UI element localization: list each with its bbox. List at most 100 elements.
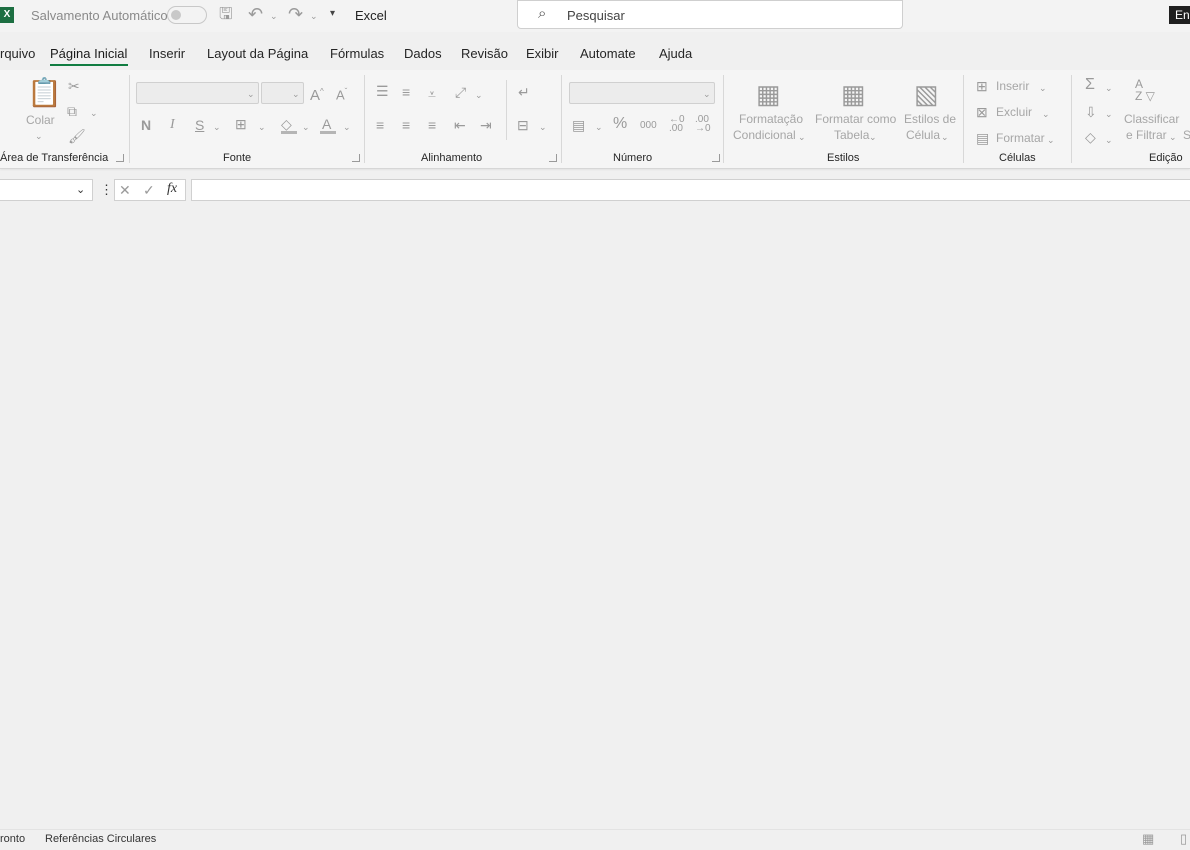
more-options-icon[interactable]: ⋮ — [100, 182, 113, 198]
clear-icon[interactable]: ◇ — [1085, 129, 1096, 145]
sort-filter-label-2[interactable]: e Filtrar — [1126, 128, 1167, 142]
insert-function-button[interactable]: fx — [167, 181, 177, 197]
undo-icon[interactable]: ↶ — [248, 5, 263, 23]
decrease-decimal-icon[interactable]: .00 →0 — [695, 115, 711, 134]
page-layout-view-icon[interactable]: ▯ — [1180, 831, 1187, 847]
fill-color-icon[interactable]: ◇ — [281, 116, 292, 132]
cell-styles-label-2[interactable]: Célula — [906, 128, 940, 142]
accounting-format-icon[interactable]: ▤ — [572, 117, 585, 133]
tab-home[interactable]: Página Inicial — [50, 46, 127, 61]
name-box-dropdown-icon[interactable]: ⌄ — [76, 183, 85, 196]
shrink-font-icon[interactable]: Aˇ — [336, 84, 347, 103]
tab-formulas[interactable]: Fórmulas — [330, 46, 384, 61]
paste-icon[interactable]: 📋 — [27, 78, 62, 108]
underline-dropdown-icon[interactable]: ⌄ — [213, 119, 221, 135]
undo-dropdown-icon[interactable]: ⌄ — [270, 8, 278, 24]
borders-icon[interactable]: ⊞ — [235, 116, 247, 132]
format-as-table-label[interactable]: Formatar como — [815, 112, 896, 126]
insert-cells-icon[interactable]: ⊞ — [976, 78, 988, 94]
font-color-dropdown-icon[interactable]: ⌄ — [343, 119, 351, 135]
tab-data[interactable]: Dados — [404, 46, 442, 61]
conditional-formatting-dropdown-icon[interactable]: ⌄ — [798, 129, 806, 145]
cell-styles-icon[interactable]: ▧ — [914, 80, 939, 108]
status-circular-references[interactable]: Referências Circulares — [45, 833, 156, 845]
copy-dropdown-icon[interactable]: ⌄ — [90, 105, 98, 121]
alignment-launcher-icon[interactable] — [549, 154, 557, 162]
number-format-dropdown[interactable] — [569, 82, 715, 104]
format-cells-dropdown-icon[interactable]: ⌄ — [1047, 132, 1055, 148]
merge-center-icon[interactable]: ⊟ — [517, 117, 529, 133]
sort-filter-dropdown-icon[interactable]: ⌄ — [1169, 129, 1177, 145]
clipboard-launcher-icon[interactable] — [116, 154, 124, 162]
font-name-dropdown[interactable] — [136, 82, 259, 104]
delete-cells-icon[interactable]: ⊠ — [976, 104, 988, 120]
signin-button[interactable]: En — [1169, 6, 1190, 24]
align-center-icon[interactable]: ≡ — [402, 117, 410, 133]
comma-style-button[interactable]: 000 — [640, 118, 657, 134]
sort-filter-label[interactable]: Classificar — [1124, 112, 1179, 126]
grow-font-icon[interactable]: A^ — [310, 84, 324, 104]
autosave-toggle[interactable] — [167, 6, 207, 24]
conditional-formatting-label-2[interactable]: Condicional — [733, 128, 796, 142]
conditional-formatting-label[interactable]: Formatação — [739, 112, 803, 126]
fill-dropdown-icon[interactable]: ⌄ — [1105, 106, 1113, 122]
tab-view[interactable]: Exibir — [526, 46, 559, 61]
tab-page-layout[interactable]: Layout da Página — [207, 46, 308, 61]
tab-review[interactable]: Revisão — [461, 46, 508, 61]
copy-icon[interactable]: ⧉ — [67, 103, 77, 119]
italic-button[interactable]: I — [170, 117, 175, 133]
cell-styles-dropdown-icon[interactable]: ⌄ — [941, 129, 949, 145]
format-as-table-label-2[interactable]: Tabela — [834, 128, 869, 142]
font-color-button[interactable]: A — [322, 116, 331, 132]
borders-dropdown-icon[interactable]: ⌄ — [258, 119, 266, 135]
number-launcher-icon[interactable] — [712, 154, 720, 162]
align-left-icon[interactable]: ≡ — [376, 117, 384, 133]
increase-decimal-icon[interactable]: ←0.00 — [669, 115, 685, 134]
orientation-dropdown-icon[interactable]: ⌄ — [475, 87, 483, 103]
delete-cells-dropdown-icon[interactable]: ⌄ — [1042, 106, 1050, 122]
tab-help[interactable]: Ajuda — [659, 46, 692, 61]
wrap-text-icon[interactable]: ↵ — [518, 84, 530, 100]
format-as-table-icon[interactable]: ▦ — [841, 80, 866, 108]
conditional-formatting-icon[interactable]: ▦ — [756, 80, 781, 108]
find-select-label-partial[interactable]: S — [1183, 128, 1190, 142]
formula-input[interactable] — [191, 179, 1190, 201]
underline-button[interactable]: S — [195, 117, 204, 133]
align-top-icon[interactable]: ☰ — [376, 83, 389, 99]
orientation-icon[interactable]: ⤢ — [455, 84, 466, 100]
customize-toolbar-icon[interactable]: ▾ — [330, 8, 335, 19]
tab-insert[interactable]: Inserir — [149, 46, 185, 61]
paste-button-label[interactable]: Colar — [26, 113, 55, 127]
accounting-dropdown-icon[interactable]: ⌄ — [595, 119, 603, 135]
tab-automate[interactable]: Automate — [580, 46, 636, 61]
cut-icon[interactable]: ✂ — [68, 78, 80, 94]
merge-dropdown-icon[interactable]: ⌄ — [539, 119, 547, 135]
clear-dropdown-icon[interactable]: ⌄ — [1105, 132, 1113, 148]
increase-indent-icon[interactable]: ⇥ — [480, 117, 492, 133]
cancel-icon[interactable]: ✕ — [119, 182, 131, 198]
percent-button[interactable]: % — [613, 116, 627, 132]
format-cells-label[interactable]: Formatar — [996, 131, 1045, 145]
format-painter-icon[interactable]: 🖌 — [68, 128, 86, 144]
fill-color-dropdown-icon[interactable]: ⌄ — [302, 119, 310, 135]
redo-icon[interactable]: ↷ — [288, 5, 303, 23]
fill-icon[interactable]: ⇩ — [1085, 104, 1097, 120]
save-icon[interactable]: 🖫 — [219, 7, 233, 23]
format-as-table-dropdown-icon[interactable]: ⌄ — [869, 129, 877, 145]
tab-file[interactable]: rquivo — [0, 46, 35, 61]
align-middle-icon[interactable]: ≡ — [402, 84, 410, 100]
format-cells-icon[interactable]: ▤ — [976, 130, 989, 146]
align-right-icon[interactable]: ≡ — [428, 117, 436, 133]
align-bottom-icon[interactable]: ⩡ — [428, 86, 436, 102]
paste-dropdown-icon[interactable]: ⌄ — [35, 128, 43, 144]
redo-dropdown-icon[interactable]: ⌄ — [310, 8, 318, 24]
insert-cells-label[interactable]: Inserir — [996, 79, 1029, 93]
delete-cells-label[interactable]: Excluir — [996, 105, 1032, 119]
cell-styles-label[interactable]: Estilos de — [904, 112, 956, 126]
font-launcher-icon[interactable] — [352, 154, 360, 162]
decrease-indent-icon[interactable]: ⇤ — [454, 117, 466, 133]
insert-cells-dropdown-icon[interactable]: ⌄ — [1039, 80, 1047, 96]
sort-filter-icon[interactable]: AZ ▽ — [1135, 78, 1155, 102]
autosum-dropdown-icon[interactable]: ⌄ — [1105, 80, 1113, 96]
bold-button[interactable]: N — [141, 117, 151, 133]
